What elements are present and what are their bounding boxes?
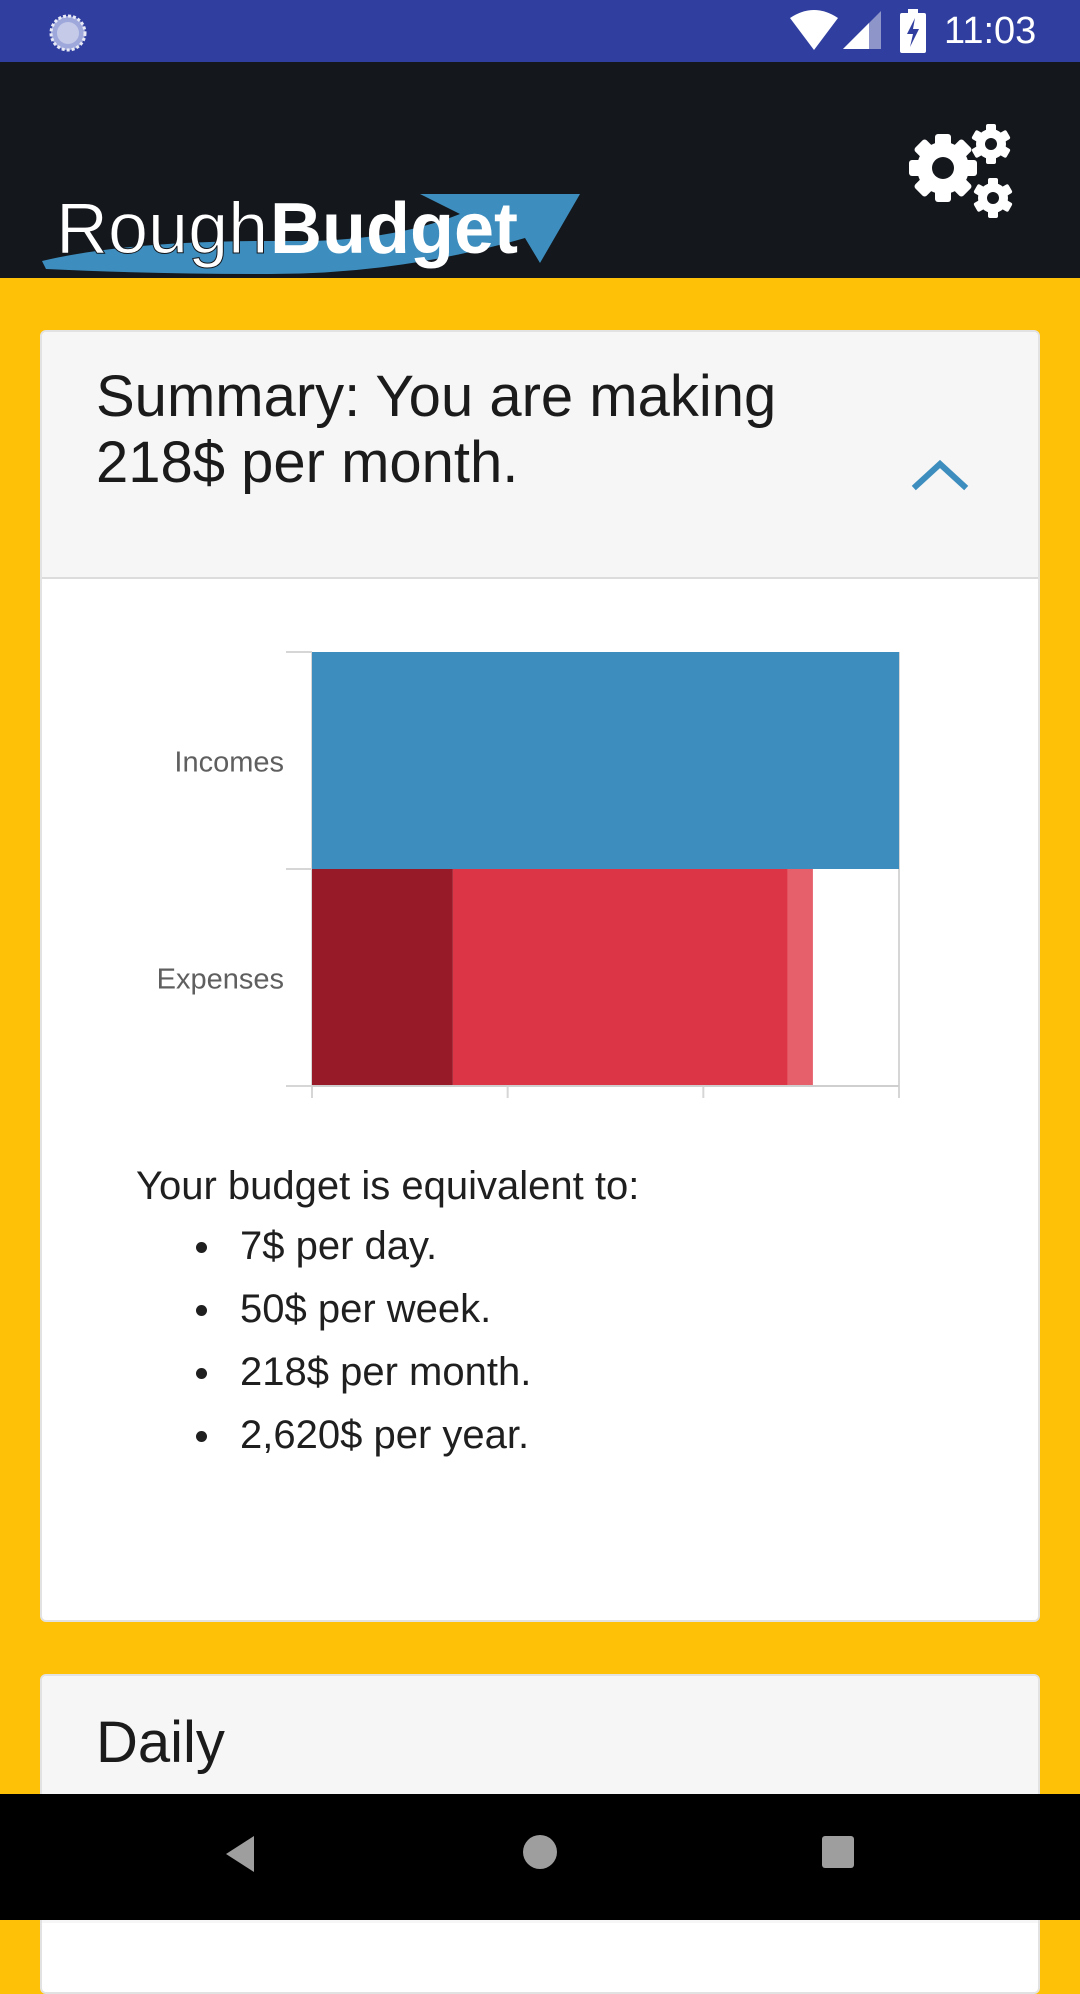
app-logo[interactable]: Rough Budget: [40, 128, 580, 278]
sync-icon: [49, 14, 87, 52]
collapse-button[interactable]: [900, 444, 980, 504]
back-icon[interactable]: [222, 1834, 258, 1874]
logo-text-rough: Rough: [56, 189, 268, 269]
list-item-per-day: 7$ per day.: [136, 1222, 531, 1285]
list-item-per-week: 50$ per week.: [136, 1285, 531, 1348]
settings-button[interactable]: [905, 122, 1015, 226]
category-label-incomes: Incomes: [174, 747, 284, 779]
bar-incomes-0: [312, 652, 899, 869]
budget-equivalent-list: 7$ per day. 50$ per week. 218$ per month…: [136, 1222, 531, 1474]
recents-icon[interactable]: [820, 1834, 856, 1870]
summary-card-header[interactable]: Summary: You are making 218$ per month.: [42, 332, 1038, 579]
list-item-per-year: 2,620$ per year.: [136, 1411, 531, 1474]
status-clock: 11:03: [944, 10, 1037, 52]
bar-expenses-1: [312, 869, 453, 1086]
bar-expenses-3: [787, 869, 813, 1086]
budget-bar-chart: IncomesExpenses0$500$1000$1500$: [157, 651, 939, 1148]
chevron-up-icon: [911, 459, 969, 491]
signal-icon: [843, 11, 881, 49]
status-bar: 11:03: [0, 0, 1080, 62]
summary-chart: IncomesExpenses0$500$1000$1500$: [42, 582, 1038, 1148]
navigation-bar: [0, 1794, 1080, 1920]
app-bar: Rough Budget: [0, 62, 1080, 278]
daily-title: Daily: [96, 1710, 225, 1775]
budget-equivalent-heading: Your budget is equivalent to:: [136, 1164, 640, 1208]
logo-text-budget: Budget: [270, 189, 518, 269]
battery-charging-icon: [900, 9, 926, 53]
list-item-per-month: 218$ per month.: [136, 1348, 531, 1411]
summary-title: Summary: You are making 218$ per month.: [96, 364, 777, 495]
summary-card: Summary: You are making 218$ per month. …: [40, 330, 1040, 1622]
gears-icon: [909, 124, 1013, 218]
wifi-icon: [790, 10, 838, 50]
home-icon[interactable]: [520, 1832, 560, 1872]
category-label-expenses: Expenses: [157, 964, 284, 996]
bar-expenses-2: [452, 869, 788, 1086]
